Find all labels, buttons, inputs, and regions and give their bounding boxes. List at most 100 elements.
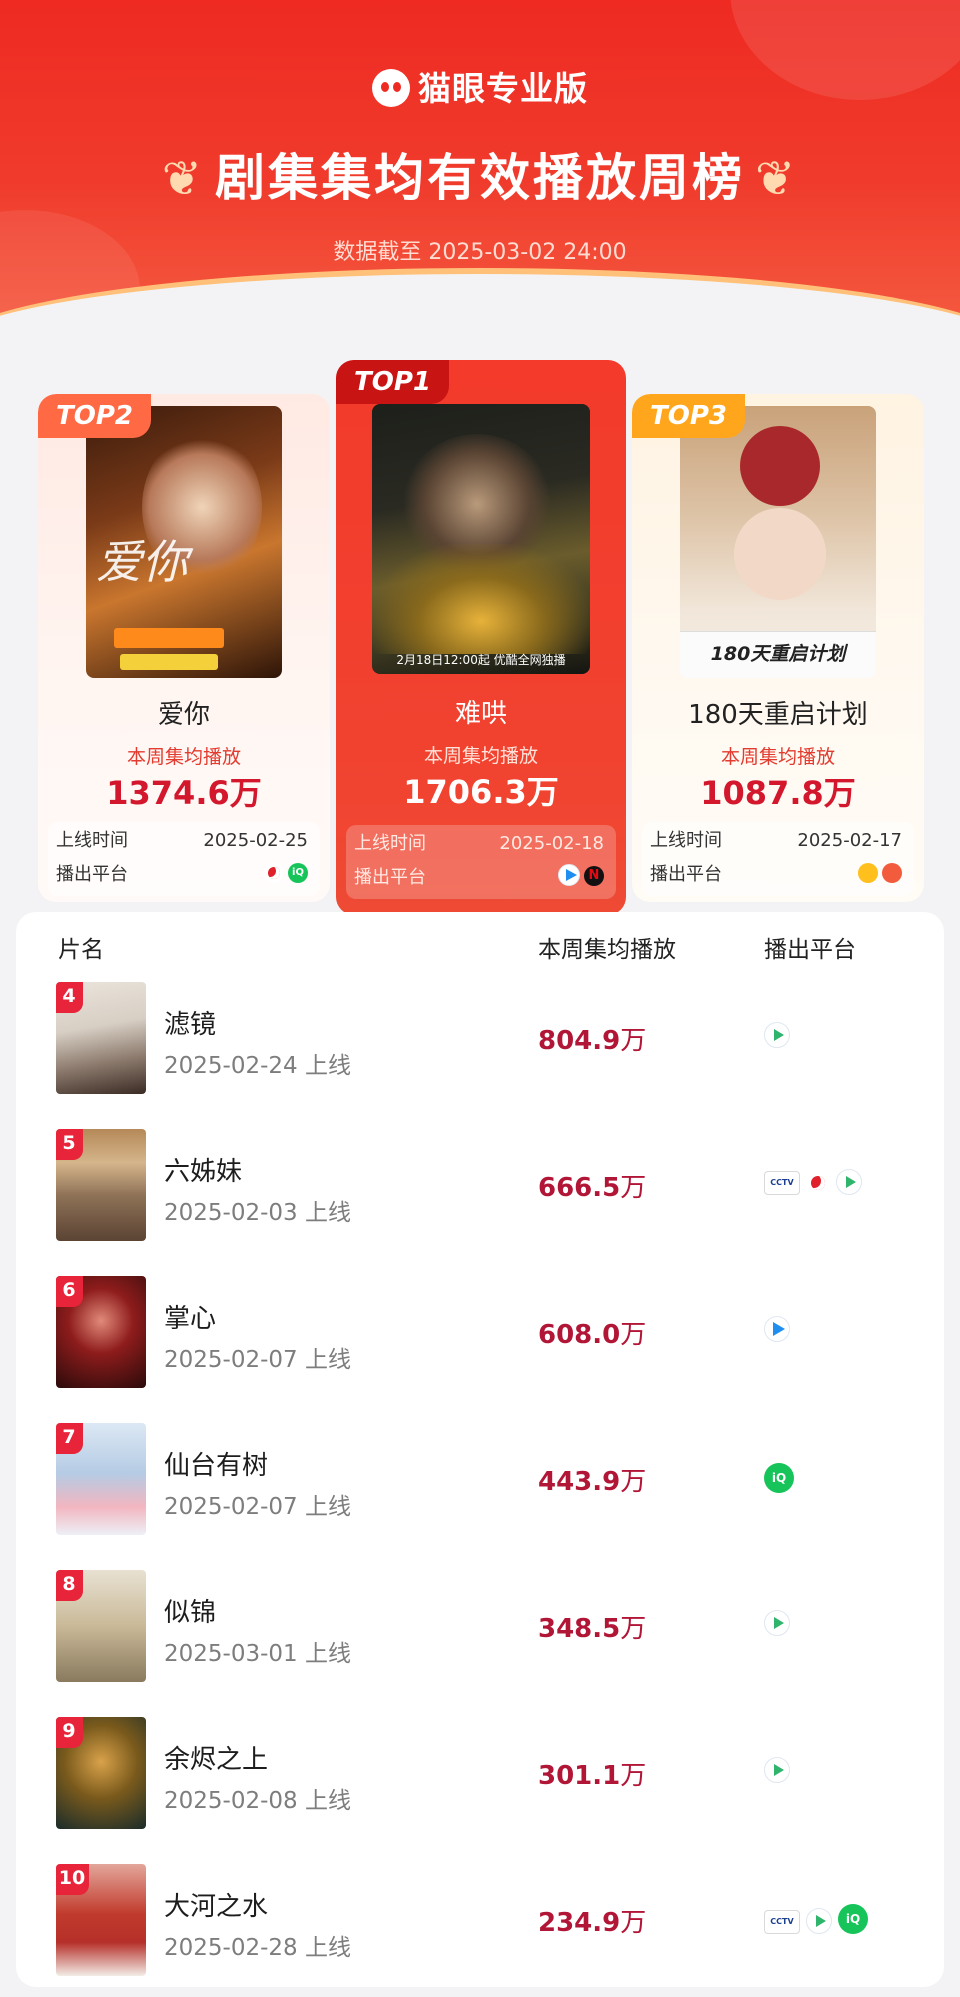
metric-value: 234.9万 [538,1908,647,1938]
release-row: 上线时间 2025-02-25 [56,824,312,858]
show-title: 难哄 [454,699,507,729]
poster-thumbnail: 5 [56,1129,146,1241]
laurel-right-icon: ❦ [755,151,799,207]
poster-thumbnail: 7 [56,1423,146,1535]
release-date: 2025-02-07 上线 [164,1494,351,1520]
tencent-video-icon [836,1169,862,1195]
poster-thumbnail: 10 [56,1864,146,1976]
poster-thumbnail: 4 [56,982,146,1094]
ranking-list: 片名 本周集均播放 播出平台 4 滤镜 2025-02-24 上线 804.9万… [16,912,944,1987]
metric-label: 本周集均播放 [423,745,538,767]
cctv1-icon [764,1910,800,1934]
mango-icon [858,863,878,883]
platform-label: 播出平台 [354,867,426,888]
iqiyi-icon [288,863,308,883]
platform-icons [764,1463,800,1493]
tencent-video-icon [764,1757,790,1783]
iqiyi-icon [764,1463,794,1493]
metric-value: 1087.8万 [700,774,856,812]
metric-value: 301.1万 [538,1761,647,1791]
brand-name: 猫眼专业版 [418,69,588,108]
card-meta: 上线时间 2025-02-18 播出平台 [346,825,616,899]
mgtv-icon [882,863,902,883]
cctv1-icon [764,1171,800,1195]
poster-image: 爱你 [86,406,282,678]
tencent-video-icon [806,1908,832,1934]
list-item[interactable]: 4 滤镜 2025-02-24 上线 804.9万 [16,974,944,1094]
iqiyi-icon [838,1904,868,1934]
top3-card[interactable]: 180天重启计划 TOP3 180天重启计划 本周集均播放 1087.8万 上线… [632,394,924,902]
show-title: 似锦 [164,1598,217,1628]
rank-tag: TOP1 [336,360,449,404]
release-date: 2025-02-17 [797,830,902,851]
platform-icons [260,858,308,892]
metric-value: 666.5万 [538,1173,647,1203]
metric-label: 本周集均播放 [720,746,835,768]
platform-row: 播出平台 [56,858,312,892]
poster-thumbnail: 8 [56,1570,146,1682]
show-title: 六姊妹 [164,1157,243,1187]
rank-badge: 9 [56,1717,83,1748]
youku-icon [558,864,580,886]
rank-badge: 5 [56,1129,83,1160]
platform-row: 播出平台 [354,861,608,895]
platform-icons [854,858,902,892]
netflix-icon [584,866,604,886]
header: 猫眼专业版 ❦ 剧集集均有效播放周榜 ❦ 数据截至 2025-03-02 24:00 [0,0,960,330]
tencent-video-icon [764,1610,790,1636]
column-header-platform: 播出平台 [764,937,856,963]
list-item[interactable]: 7 仙台有树 2025-02-07 上线 443.9万 [16,1415,944,1535]
card-meta: 上线时间 2025-02-17 播出平台 [642,822,914,896]
laurel-left-icon: ❦ [161,151,205,207]
release-row: 上线时间 2025-02-17 [650,824,906,858]
tencent-video-icon [764,1022,790,1048]
platform-label: 播出平台 [650,864,722,885]
rank-tag: TOP3 [632,394,745,438]
release-label: 上线时间 [650,830,722,851]
poster-thumbnail: 9 [56,1717,146,1829]
brand: 猫眼专业版 [0,62,960,110]
youku-icon [764,1316,790,1342]
release-date: 2025-02-28 上线 [164,1935,351,1961]
poster-caption: 2月18日12:00起 优酷全网独播 [396,653,566,667]
list-item[interactable]: 5 六姊妹 2025-02-03 上线 666.5万 [16,1121,944,1241]
platform-icons [764,1610,796,1640]
poster-image: 180天重启计划 [680,406,876,678]
list-item[interactable]: 9 余烬之上 2025-02-08 上线 301.1万 [16,1709,944,1829]
rank-badge: 8 [56,1570,83,1601]
platform-icons [554,861,604,895]
maoyan-cat-logo-icon [372,69,410,107]
release-date: 2025-02-03 上线 [164,1200,351,1226]
rank-tag: TOP2 [38,394,151,438]
rank-badge: 7 [56,1423,83,1454]
platform-icons [764,1169,868,1199]
list-item[interactable]: 10 大河之水 2025-02-28 上线 234.9万 [16,1856,944,1976]
release-label: 上线时间 [56,830,128,851]
release-date: 2025-02-24 上线 [164,1053,351,1079]
top2-card[interactable]: 爱你 TOP2 爱你 本周集均播放 1374.6万 上线时间 2025-02-2… [38,394,330,902]
metric-value: 608.0万 [538,1320,647,1350]
cctv8-icon [806,1171,830,1195]
list-item[interactable]: 6 掌心 2025-02-07 上线 608.0万 [16,1268,944,1388]
show-title: 掌心 [164,1304,217,1334]
rank-badge: 4 [56,982,83,1013]
platform-row: 播出平台 [650,858,906,892]
release-row: 上线时间 2025-02-18 [354,827,608,861]
page-title: ❦ 剧集集均有效播放周榜 ❦ [0,138,960,210]
show-title: 大河之水 [164,1892,269,1922]
card-meta: 上线时间 2025-02-25 播出平台 [48,822,320,896]
metric-value: 1374.6万 [106,774,262,812]
page-title-text: 剧集集均有效播放周榜 [215,149,745,207]
cctv8-icon [264,863,284,883]
release-label: 上线时间 [354,833,426,854]
poster-image: 2月18日12:00起 优酷全网独播 [372,404,590,674]
poster-title-text: 180天重启计划 [710,643,846,665]
metric-value: 804.9万 [538,1026,647,1056]
release-date: 2025-03-01 上线 [164,1641,351,1667]
list-item[interactable]: 8 似锦 2025-03-01 上线 348.5万 [16,1562,944,1682]
top1-card[interactable]: 2月18日12:00起 优酷全网独播 TOP1 难哄 本周集均播放 1706.3… [336,360,626,915]
platform-label: 播出平台 [56,864,128,885]
rank-badge: 6 [56,1276,83,1307]
metric-value: 348.5万 [538,1614,647,1644]
metric-label: 本周集均播放 [126,746,241,768]
